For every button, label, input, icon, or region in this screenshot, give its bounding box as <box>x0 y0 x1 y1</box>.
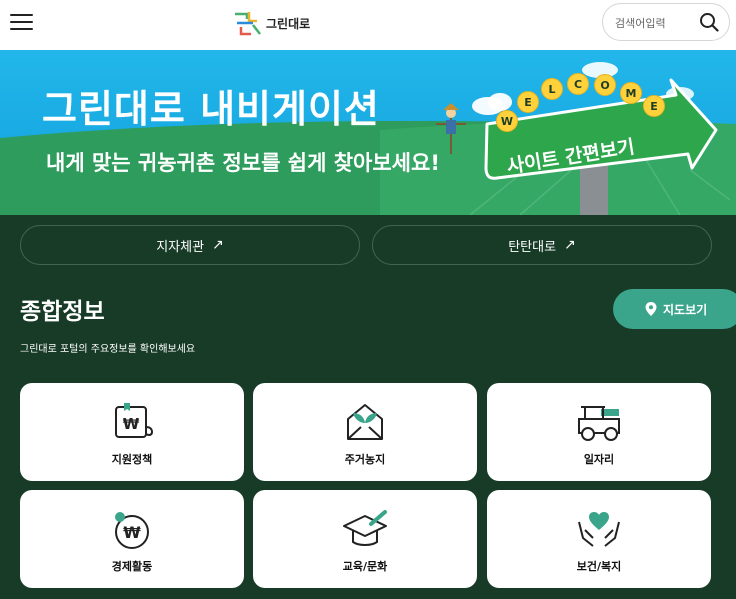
card-health-welfare[interactable]: 보건/복지 <box>487 490 711 588</box>
search-icon[interactable] <box>699 12 719 32</box>
card-label: 주거농지 <box>344 453 386 466</box>
card-label: 보건/복지 <box>576 560 622 573</box>
welcome-letter: W <box>496 110 518 132</box>
jobs-icon <box>578 406 620 441</box>
card-label: 일자리 <box>583 453 615 466</box>
card-support-policy[interactable]: ₩ 지원정책 <box>20 383 244 481</box>
welcome-letter: O <box>594 74 616 96</box>
education-culture-icon <box>343 510 387 546</box>
svg-text:₩: ₩ <box>123 415 140 433</box>
hero-banner[interactable]: 그린대로 내비게이션 내게 맞는 귀농귀촌 정보를 쉽게 찾아보세요! W E … <box>0 50 736 215</box>
menu-icon[interactable] <box>10 12 34 32</box>
card-jobs[interactable]: 일자리 <box>487 383 711 481</box>
map-pin-icon <box>645 302 657 316</box>
support-policy-icon: ₩ <box>115 403 154 438</box>
search-input[interactable] <box>615 13 691 33</box>
welcome-letter: C <box>567 73 589 95</box>
external-arrow-icon: ↗ <box>212 237 224 253</box>
banner-subtitle: 내게 맞는 귀농귀촌 정보를 쉽게 찾아보세요! <box>46 151 440 175</box>
housing-farmland-icon <box>347 404 383 440</box>
economic-activity-icon: ₩ <box>115 512 149 549</box>
card-housing-farmland[interactable]: 주거농지 <box>253 383 477 481</box>
health-welfare-icon <box>578 512 620 547</box>
local-government-button[interactable]: 지자체관 ↗ <box>20 225 360 265</box>
map-view-label: 지도보기 <box>663 302 708 317</box>
welcome-letter: L <box>541 78 563 100</box>
welcome-letter: E <box>517 91 539 113</box>
card-label: 교육/문화 <box>342 560 388 573</box>
svg-text:₩: ₩ <box>123 523 141 542</box>
top-header: 그린대로 <box>0 0 736 50</box>
logo-mark-icon <box>235 12 261 36</box>
card-economic-activity[interactable]: ₩ 경제활동 <box>20 490 244 588</box>
welcome-letter: M <box>620 82 642 104</box>
search-box <box>602 3 730 41</box>
card-education-culture[interactable]: 교육/문화 <box>253 490 477 588</box>
card-label: 지원정책 <box>111 453 153 466</box>
section-description: 그린대로 포털의 주요정보를 확인해보세요 <box>20 344 196 355</box>
card-label: 경제활동 <box>111 560 153 573</box>
map-view-button[interactable]: 지도보기 <box>613 289 736 329</box>
welcome-letter: E <box>643 95 665 117</box>
external-arrow-icon: ↗ <box>564 237 576 253</box>
section-title: 종합정보 <box>20 299 105 325</box>
tantan-daero-button[interactable]: 탄탄대로 ↗ <box>372 225 712 265</box>
local-government-label: 지자체관 <box>156 239 205 255</box>
tantan-daero-label: 탄탄대로 <box>508 239 557 255</box>
banner-title: 그린대로 내비게이션 <box>42 87 380 131</box>
logo-text: 그린대로 <box>266 16 311 31</box>
site-logo[interactable]: 그린대로 <box>233 9 310 37</box>
